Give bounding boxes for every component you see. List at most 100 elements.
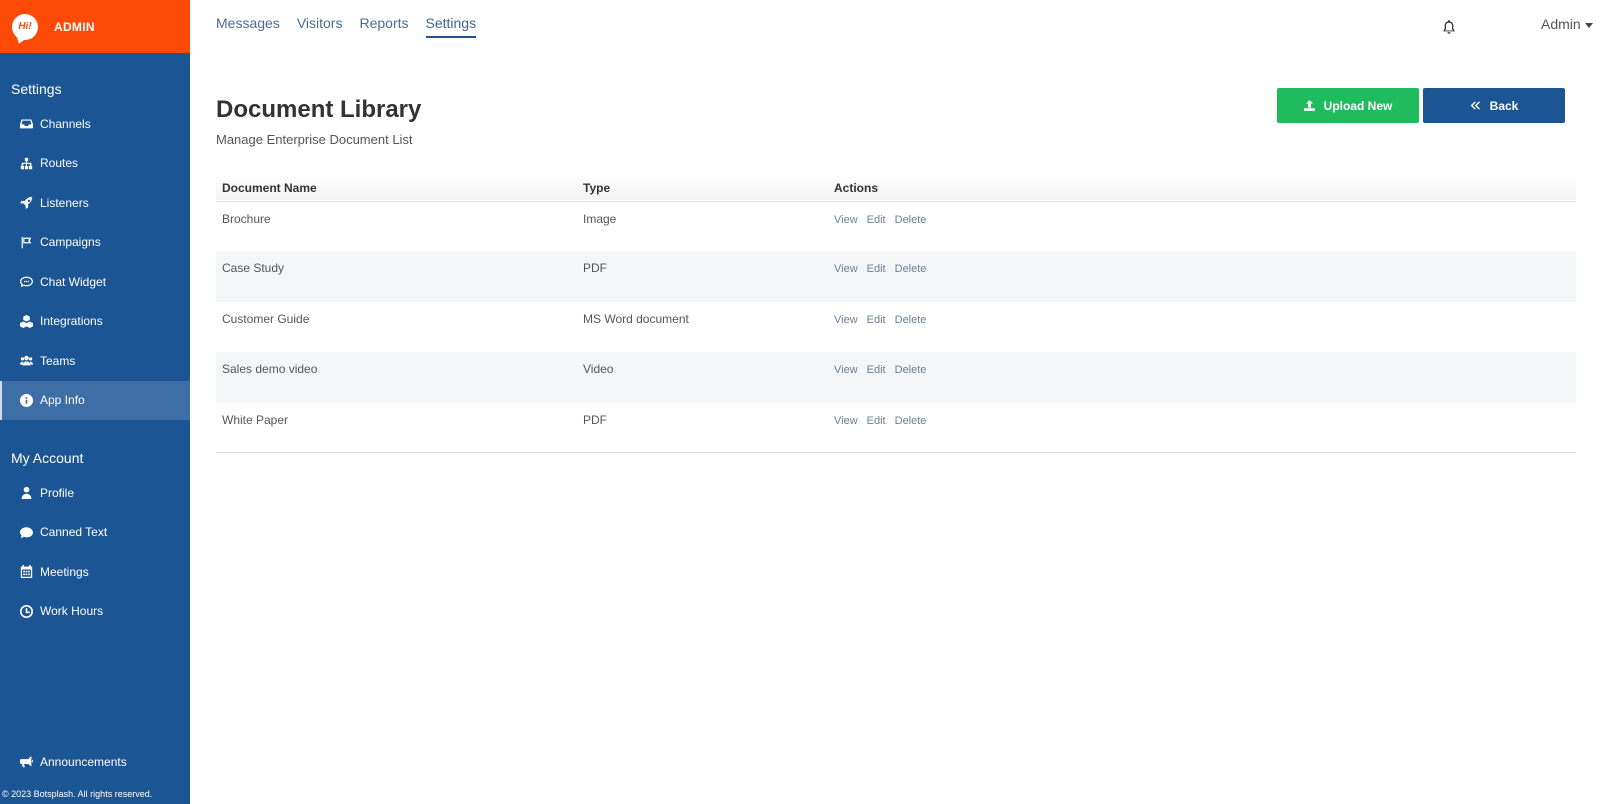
user-name: Admin [1541,16,1581,32]
back-button[interactable]: Back [1423,88,1565,123]
sidebar-item-label: Teams [40,353,76,368]
megaphone-icon [19,755,33,769]
table-header-row: Document Name Type Actions [216,175,1576,201]
view-link[interactable]: View [834,415,858,427]
sidebar-item-app-info[interactable]: App Info [0,380,190,420]
my-account-section-title: My Account [11,450,84,466]
edit-link[interactable]: Edit [867,415,886,427]
view-link[interactable]: View [834,214,858,226]
tab-settings[interactable]: Settings [425,15,477,38]
clock-icon [19,604,33,618]
users-icon [19,354,33,368]
view-link[interactable]: View [834,364,858,376]
sidebar-item-teams[interactable]: Teams [0,341,190,381]
table-row: White Paper PDF View Edit Delete [216,403,1576,453]
speech-bubble-icon [19,525,33,539]
table-row: Customer Guide MS Word document View Edit… [216,302,1576,352]
brand-title: ADMIN [54,19,95,34]
sidebar-item-label: Canned Text [40,525,108,540]
upload-new-button[interactable]: Upload New [1277,88,1419,123]
table-row: Brochure Image View Edit Delete [216,201,1576,251]
sidebar-item-campaigns[interactable]: Campaigns [0,223,190,263]
logo-text: Hi! [18,21,32,32]
tab-visitors[interactable]: Visitors [297,15,343,38]
actions-cell: View Edit Delete [828,201,1576,251]
calendar-icon [19,565,33,579]
page-subtitle: Manage Enterprise Document List [216,132,413,147]
documents-table: Document Name Type Actions Brochure Imag… [216,175,1576,453]
sidebar-item-announcements[interactable]: Announcements [0,742,190,782]
sidebar-item-routes[interactable]: Routes [0,144,190,184]
comment-icon [19,275,33,289]
upload-label: Upload New [1323,98,1393,113]
sidebar-item-chat-widget[interactable]: Chat Widget [0,262,190,302]
double-chevron-left-icon [1470,101,1480,110]
view-link[interactable]: View [834,314,858,326]
settings-section-title: Settings [11,81,62,97]
sidebar-item-label: Chat Widget [40,274,107,289]
chat-bubble-logo-icon[interactable]: Hi! [12,13,38,40]
delete-link[interactable]: Delete [895,415,927,427]
column-header-actions: Actions [834,180,879,195]
brand-header: Hi! ADMIN [0,0,190,53]
delete-link[interactable]: Delete [895,263,927,275]
flag-icon [19,235,33,249]
sidebar-item-label: Announcements [40,754,127,769]
sidebar-item-work-hours[interactable]: Work Hours [0,592,190,632]
view-link[interactable]: View [834,263,858,275]
actions-cell: View Edit Delete [828,352,1576,402]
document-name-cell: Customer Guide [222,311,310,326]
sidebar-item-canned-text[interactable]: Canned Text [0,513,190,553]
edit-link[interactable]: Edit [867,314,886,326]
sidebar-item-label: Campaigns [40,235,101,250]
document-type-cell: MS Word document [583,311,689,326]
document-type-cell: PDF [583,261,607,276]
sidebar-item-label: Routes [40,156,79,171]
actions-cell: View Edit Delete [828,302,1576,352]
sidebar-item-label: Channels [40,116,91,131]
sidebar-item-listeners[interactable]: Listeners [0,183,190,223]
document-name-cell: White Paper [222,412,289,427]
tab-reports[interactable]: Reports [359,15,408,38]
column-header-type: Type [583,180,611,195]
edit-link[interactable]: Edit [867,263,886,275]
document-name-cell: Sales demo video [222,362,318,377]
caret-down-icon [1584,22,1593,28]
table-row: Case Study PDF View Edit Delete [216,251,1576,302]
sidebar-item-label: App Info [40,393,85,408]
settings-nav: Channels Routes Listeners Campaigns Chat… [0,104,190,420]
edit-link[interactable]: Edit [867,214,886,226]
top-navigation: Messages Visitors Reports Settings [216,15,477,38]
sitemap-icon [19,156,33,170]
sidebar-item-label: Meetings [40,564,89,579]
sidebar-item-channels[interactable]: Channels [0,104,190,144]
edit-link[interactable]: Edit [867,364,886,376]
sidebar: Hi! ADMIN Settings Channels Routes Liste… [0,0,190,804]
cubes-icon [19,314,33,328]
column-header-document-name: Document Name [222,180,317,195]
document-name-cell: Brochure [222,211,271,226]
sidebar-item-label: Integrations [40,314,103,329]
document-type-cell: Image [583,211,617,226]
delete-link[interactable]: Delete [895,364,927,376]
account-nav: Profile Canned Text Meetings Work Hours [0,473,190,631]
tab-messages[interactable]: Messages [216,15,280,38]
actions-cell: View Edit Delete [828,403,1576,453]
user-menu-dropdown[interactable]: Admin [1541,16,1593,32]
copyright-text: © 2023 Botsplash. All rights reserved. [2,789,153,799]
sidebar-item-meetings[interactable]: Meetings [0,552,190,592]
page-title: Document Library [216,96,422,123]
user-icon [19,486,33,500]
document-name-cell: Case Study [222,261,285,276]
sidebar-item-profile[interactable]: Profile [0,473,190,513]
upload-icon [1303,100,1315,111]
delete-link[interactable]: Delete [895,314,927,326]
rocket-icon [19,196,33,210]
document-type-cell: Video [583,362,614,377]
sidebar-item-integrations[interactable]: Integrations [0,302,190,342]
sidebar-item-label: Listeners [40,195,89,210]
info-icon [19,393,33,407]
document-type-cell: PDF [583,412,607,427]
bell-icon[interactable] [1442,19,1458,37]
delete-link[interactable]: Delete [895,214,927,226]
